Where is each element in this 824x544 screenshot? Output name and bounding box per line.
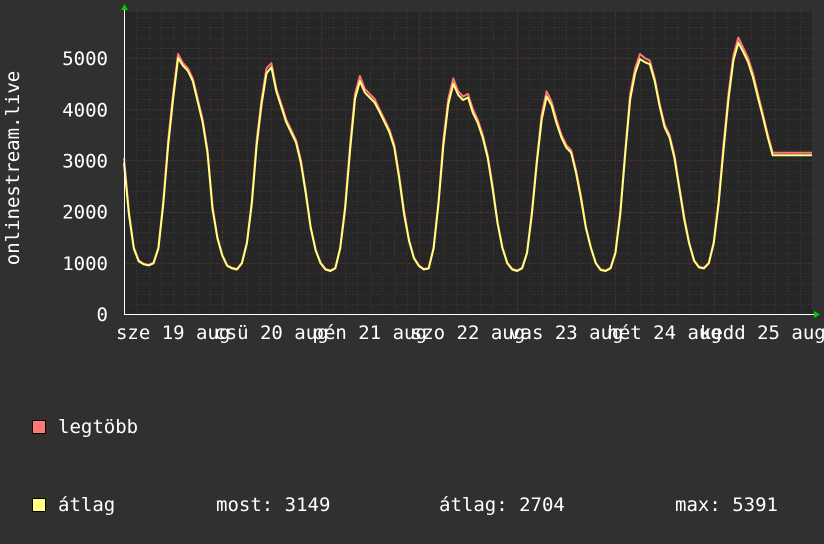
y-axis-label: onlinestream.live <box>2 71 24 265</box>
stat-atlag: átlag: 2704 <box>439 494 565 516</box>
y-tick-label: 4000 <box>62 99 108 121</box>
x-tick-label: vas 23 aug <box>509 322 623 344</box>
stat-max: max: 5391 <box>675 494 778 516</box>
x-tick-label: csü 20 aug <box>214 322 328 344</box>
legend-item: legtöbb <box>32 414 138 440</box>
y-tick-label: 0 <box>97 304 108 326</box>
x-tick-label: kedd 25 aug <box>700 322 824 344</box>
x-tick-label: pén 21 aug <box>313 322 427 344</box>
legend-swatch-legtobb <box>32 420 46 434</box>
y-tick-label: 1000 <box>62 253 108 275</box>
legend-swatch-atlag <box>32 498 46 512</box>
y-tick-label: 2000 <box>62 202 108 224</box>
y-tick-label: 3000 <box>62 150 108 172</box>
legend: legtöbb átlag most: 3149 átlag: 2704 max… <box>32 362 778 544</box>
x-tick-label: szo 22 aug <box>411 322 525 344</box>
chart: 0 1000 2000 3000 4000 5000 sze 19 augcsü 20 au… <box>2 4 824 344</box>
y-tick-label: 5000 <box>62 48 108 70</box>
legend-label-legtobb: legtöbb <box>58 416 139 438</box>
x-tick-label: sze 19 aug <box>116 322 230 344</box>
stat-most: most: 3149 <box>216 494 331 516</box>
y-axis-arrow <box>121 4 128 10</box>
x-axis-arrow <box>814 311 820 318</box>
legend-item: átlag most: 3149 átlag: 2704 max: 5391 <box>32 492 778 518</box>
legend-label-atlag: átlag <box>58 494 116 516</box>
